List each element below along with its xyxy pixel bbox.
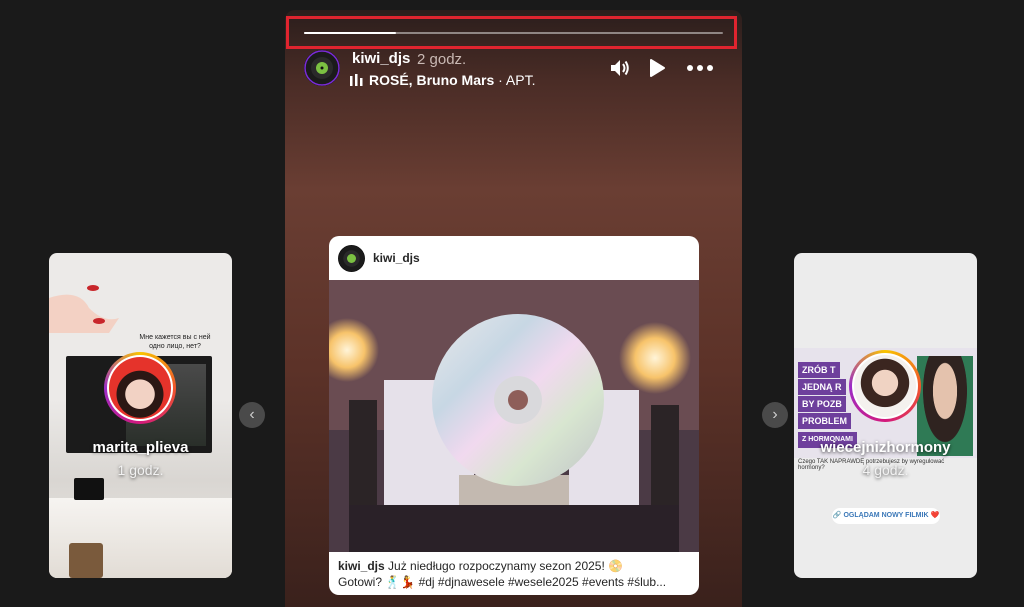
banner-line: ZRÓB T (798, 362, 840, 378)
music-artist: ROSÉ, Bruno Mars (369, 72, 495, 88)
music-info[interactable]: ROSÉ, Bruno Mars · APT. (350, 72, 535, 88)
post-header: kiwi_djs (329, 236, 699, 280)
caption-hashtags: Gotowi? 🕺💃 #dj #djnawesele #wesele2025 #… (338, 575, 667, 589)
banner-line: JEDNĄ R (798, 379, 846, 395)
hand-graphic (49, 285, 119, 333)
vinyl-logo-icon (304, 50, 340, 86)
vinyl-logo-icon (338, 245, 365, 272)
story-avatar[interactable] (304, 50, 340, 86)
right-story-time: 4 godz. (862, 462, 909, 478)
more-icon[interactable] (686, 57, 714, 79)
chevron-left-icon[interactable]: ‹ (239, 402, 265, 428)
router-graphic (74, 478, 104, 500)
left-story-avatar-ring (104, 352, 176, 424)
caption-username[interactable]: kiwi_djs (338, 559, 385, 573)
post-image (329, 280, 699, 552)
banner-line: PROBLEM (798, 413, 851, 429)
watch-video-link[interactable]: 🔗 OGLĄDAM NOWY FILMIK ❤️ (832, 508, 940, 524)
right-story-username: wiecejnizhormony (820, 439, 951, 456)
caption-text: Już niedługo rozpoczynamy sezon 2025! 📀 (384, 559, 624, 573)
left-story-preview[interactable]: Мне кажется вы с ней одно лицо, нет? mar… (49, 253, 232, 578)
left-story-username: marita_plieva (92, 439, 189, 456)
banner-line: BY POZB (798, 396, 846, 412)
volume-icon[interactable] (609, 57, 631, 79)
left-overlay-text: Мне кажется вы с ней одно лицо, нет? (139, 334, 211, 350)
avatar (854, 355, 916, 417)
post-username[interactable]: kiwi_djs (373, 251, 420, 265)
story-username[interactable]: kiwi_djs (352, 50, 410, 67)
music-bars-icon (350, 74, 363, 86)
avatar (109, 357, 171, 419)
left-story-time: 1 godz. (117, 462, 164, 478)
dj-photo-graphic (329, 280, 699, 552)
right-story-preview[interactable]: ZRÓB T JEDNĄ R BY POZB PROBLEM Z HORMONA… (794, 253, 977, 578)
post-avatar[interactable] (338, 245, 365, 272)
music-title: · APT. (494, 72, 536, 88)
story-time: 2 godz. (417, 51, 467, 68)
shared-post-card[interactable]: kiwi_djs kiwi_djs Już niedługo rozpoczyn… (329, 236, 699, 595)
glass-graphic (69, 543, 103, 578)
play-icon[interactable] (646, 57, 668, 79)
chevron-right-icon[interactable]: › (762, 402, 788, 428)
post-caption: kiwi_djs Już niedługo rozpoczynamy sezon… (338, 558, 690, 590)
right-story-avatar-ring (849, 350, 921, 422)
highlight-box (286, 16, 737, 49)
